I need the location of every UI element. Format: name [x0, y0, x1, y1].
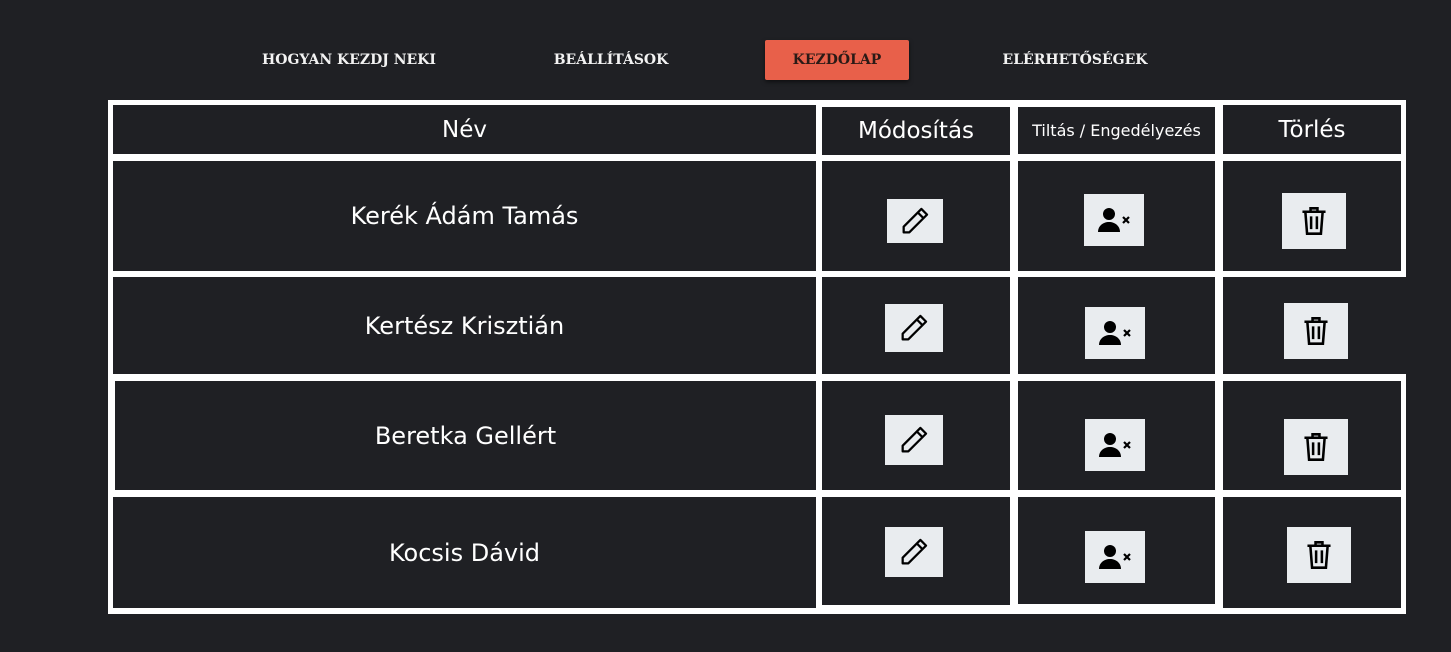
- ban-button[interactable]: [1085, 419, 1145, 471]
- ban-cell: [1018, 381, 1215, 490]
- edit-button[interactable]: [885, 415, 943, 465]
- ban-button[interactable]: [1085, 531, 1145, 583]
- user-name: Kertész Krisztián: [364, 311, 565, 340]
- nav-item-contacts[interactable]: ELÉRHETŐSÉGEK: [985, 40, 1165, 80]
- delete-button[interactable]: [1287, 527, 1351, 583]
- pencil-icon: [901, 538, 928, 565]
- table-row-name: Kocsis Dávid: [113, 497, 816, 608]
- header-delete-label: Törlés: [1278, 116, 1346, 143]
- table-row-name: Kertész Krisztián: [113, 277, 816, 374]
- user-remove-icon: [1099, 433, 1131, 457]
- delete-cell: [1223, 277, 1406, 374]
- nav-item-settings[interactable]: BEÁLLÍTÁSOK: [530, 40, 692, 80]
- ban-cell: [1018, 497, 1215, 604]
- header-ban: Tiltás / Engedélyezés: [1018, 107, 1215, 154]
- nav-item-home[interactable]: KEZDŐLAP: [765, 40, 909, 80]
- nav-item-getting-started[interactable]: HOGYAN KEZDJ NEKI: [250, 40, 448, 80]
- user-remove-icon: [1099, 321, 1131, 345]
- user-remove-icon: [1099, 545, 1131, 569]
- header-edit-label: Módosítás: [857, 118, 975, 144]
- user-name: Kocsis Dávid: [388, 538, 541, 567]
- header-name-label: Név: [442, 116, 487, 143]
- pencil-icon: [901, 426, 928, 453]
- trash-icon: [1307, 541, 1331, 569]
- edit-cell: [822, 497, 1010, 605]
- edit-button[interactable]: [887, 199, 943, 243]
- delete-cell: [1223, 161, 1401, 271]
- delete-button[interactable]: [1282, 193, 1346, 249]
- ban-cell: [1018, 161, 1215, 271]
- delete-cell: [1223, 381, 1401, 490]
- header-ban-label: Tiltás / Engedélyezés: [1032, 121, 1201, 140]
- header-name: Név: [113, 105, 816, 154]
- edit-button[interactable]: [885, 304, 943, 352]
- edit-cell: [822, 161, 1010, 271]
- table-row-name: Kerék Ádám Tamás: [113, 161, 816, 271]
- pencil-icon: [901, 314, 928, 341]
- trash-icon: [1302, 207, 1326, 235]
- edit-button[interactable]: [885, 527, 943, 577]
- pencil-icon: [902, 207, 929, 234]
- header-edit: Módosítás: [822, 107, 1010, 155]
- trash-icon: [1304, 433, 1328, 461]
- trash-icon: [1304, 317, 1328, 345]
- ban-button[interactable]: [1084, 194, 1144, 246]
- header-delete: Törlés: [1223, 105, 1401, 154]
- users-table: Név Módosítás Tiltás / Engedélyezés Törl…: [108, 100, 1406, 614]
- table-row-name: Beretka Gellért: [115, 381, 816, 490]
- user-remove-icon: [1098, 208, 1130, 232]
- top-navigation: HOGYAN KEZDJ NEKI BEÁLLÍTÁSOK KEZDŐLAP E…: [0, 0, 1451, 100]
- delete-button[interactable]: [1284, 419, 1348, 475]
- user-name: Kerék Ádám Tamás: [350, 202, 579, 230]
- delete-button[interactable]: [1284, 303, 1348, 359]
- edit-cell: [822, 381, 1010, 490]
- ban-cell: [1018, 277, 1215, 374]
- ban-button[interactable]: [1085, 307, 1145, 359]
- edit-cell: [822, 277, 1010, 374]
- user-name: Beretka Gellért: [374, 421, 557, 450]
- delete-cell: [1223, 497, 1401, 608]
